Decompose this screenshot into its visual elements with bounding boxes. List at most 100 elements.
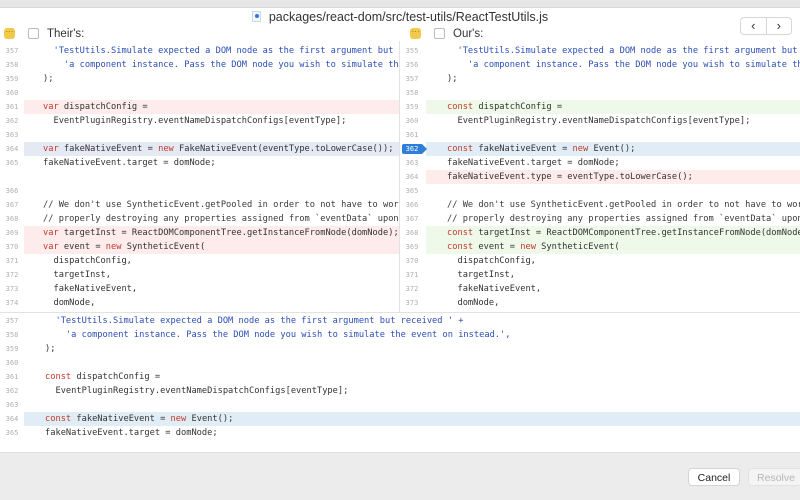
code-text: domNode,: [447, 296, 499, 310]
comment-token: // properly destroying any properties as…: [447, 214, 800, 224]
line-number: 364: [5, 145, 19, 153]
line-number: 357: [5, 317, 19, 325]
theirs-checkbox[interactable]: [28, 28, 39, 39]
line-number: 359: [5, 345, 19, 353]
theirs-header: ··· Their's:: [4, 26, 84, 41]
keyword-token: var: [43, 242, 59, 252]
line-highlight: [24, 170, 399, 184]
line-number: 359: [405, 103, 419, 111]
next-conflict-button[interactable]: ›: [765, 18, 792, 34]
code-token: );: [447, 74, 458, 84]
line-highlight: [24, 184, 399, 198]
resolve-button[interactable]: Resolve: [748, 468, 800, 486]
theirs-label: Their's:: [47, 27, 85, 40]
code-line: 358: [400, 86, 800, 100]
code-line: 365 fakeNativeEvent.target = domNode;: [0, 426, 800, 440]
code-token: domNode,: [43, 298, 96, 308]
code-token: dispatchConfig =: [71, 372, 161, 382]
code-text: const dispatchConfig =: [45, 370, 160, 384]
code-line: 374 domNode,: [0, 296, 399, 310]
ours-checkbox[interactable]: [434, 28, 445, 39]
code-text: dispatchConfig,: [43, 254, 131, 268]
code-line: 363 fakeNativeEvent.target = domNode;: [400, 156, 800, 170]
code-token: fakeNativeEvent.type = eventType.toLower…: [447, 172, 693, 182]
more-icon[interactable]: ···: [410, 28, 421, 39]
line-number: 366: [405, 201, 419, 209]
line-number: 360: [5, 89, 19, 97]
code-text: EventPluginRegistry.eventNameDispatchCon…: [447, 114, 750, 128]
keyword-token: new: [158, 144, 174, 154]
result-pane[interactable]: 357 'TestUtils.Simulate expected a DOM n…: [0, 313, 800, 452]
code-line: 371 dispatchConfig,: [0, 254, 399, 268]
line-number: 370: [405, 257, 419, 265]
line-number: 361: [5, 103, 19, 111]
code-token: dispatchConfig =: [58, 102, 148, 112]
ours-pane[interactable]: 355 'TestUtils.Simulate expected a DOM n…: [400, 41, 800, 312]
code-text: fakeNativeEvent,: [43, 282, 137, 296]
string-token: 'a component instance. Pass the DOM node…: [45, 330, 511, 340]
code-line: 360: [0, 356, 800, 370]
keyword-token: const: [45, 372, 72, 382]
code-text: // properly destroying any properties as…: [43, 212, 399, 226]
theirs-pane[interactable]: 357 'TestUtils.Simulate expected a DOM n…: [0, 41, 400, 312]
string-token: 'TestUtils.Simulate expected a DOM node …: [43, 46, 394, 56]
line-number: 357: [405, 75, 419, 83]
keyword-token: new: [170, 414, 187, 424]
previous-conflict-button[interactable]: ‹: [741, 18, 766, 34]
code-token: targetInst,: [43, 270, 111, 280]
cancel-button[interactable]: Cancel: [688, 468, 740, 486]
code-line: [0, 170, 399, 184]
line-number: 372: [405, 285, 419, 293]
code-text: // We don't use SyntheticEvent.getPooled…: [43, 198, 399, 212]
code-text: );: [43, 72, 53, 86]
code-line: 369 const event = new SyntheticEvent(: [400, 240, 800, 254]
code-token: EventPluginRegistry.eventNameDispatchCon…: [45, 386, 349, 396]
string-token: 'a component instance. Pass the DOM node…: [43, 60, 399, 70]
code-line: 360: [0, 86, 399, 100]
code-text: const event = new SyntheticEvent(: [447, 240, 620, 254]
line-number: 358: [5, 61, 19, 69]
line-highlight: [24, 342, 800, 356]
line-number: 369: [5, 229, 19, 237]
line-number: 373: [5, 285, 19, 293]
code-text: const dispatchConfig =: [447, 100, 562, 114]
keyword-token: const: [447, 102, 474, 112]
conflict-navigation: ‹ ›: [740, 17, 792, 35]
code-line: 355 'TestUtils.Simulate expected a DOM n…: [400, 44, 800, 58]
line-highlight: [24, 128, 399, 142]
code-token: fakeNativeEvent.target = domNode;: [447, 158, 620, 168]
line-number: 362: [5, 117, 19, 125]
code-token: targetInst = ReactDOMComponentTree.getIn…: [473, 228, 800, 238]
code-token: FakeNativeEvent(eventType.toLowerCase())…: [173, 144, 394, 154]
code-text: fakeNativeEvent,: [447, 282, 541, 296]
line-number: 357: [5, 47, 19, 55]
line-number: 363: [405, 159, 419, 167]
more-icon[interactable]: ···: [4, 28, 15, 39]
code-token: );: [43, 74, 54, 84]
line-number: 360: [5, 359, 19, 367]
code-token: fakeNativeEvent,: [43, 284, 138, 294]
code-line: 370 dispatchConfig,: [400, 254, 800, 268]
line-highlight: [426, 128, 800, 142]
code-token: EventPluginRegistry.eventNameDispatchCon…: [447, 116, 751, 126]
code-line: 359);: [0, 342, 800, 356]
code-line: 358 'a component instance. Pass the DOM …: [0, 58, 399, 72]
code-text: domNode,: [43, 296, 95, 310]
code-line: 373 domNode,: [400, 296, 800, 310]
line-highlight: [426, 184, 800, 198]
code-token: event =: [58, 242, 106, 252]
keyword-token: var: [43, 228, 59, 238]
code-token: fakeNativeEvent =: [71, 414, 171, 424]
code-line: 361: [400, 128, 800, 142]
line-number: 362: [5, 387, 19, 395]
code-text: 'a component instance. Pass the DOM node…: [447, 58, 800, 72]
code-text: dispatchConfig,: [447, 254, 535, 268]
code-line: 364 fakeNativeEvent.type = eventType.toLo…: [400, 170, 800, 184]
code-text: targetInst,: [43, 268, 111, 282]
code-line: 356 'a component instance. Pass the DOM …: [400, 58, 800, 72]
keyword-token: new: [520, 242, 536, 252]
line-number: 356: [405, 61, 419, 69]
line-number: 360: [405, 117, 419, 125]
code-line: 372 fakeNativeEvent,: [400, 282, 800, 296]
code-line: 357 'TestUtils.Simulate expected a DOM n…: [0, 44, 399, 58]
